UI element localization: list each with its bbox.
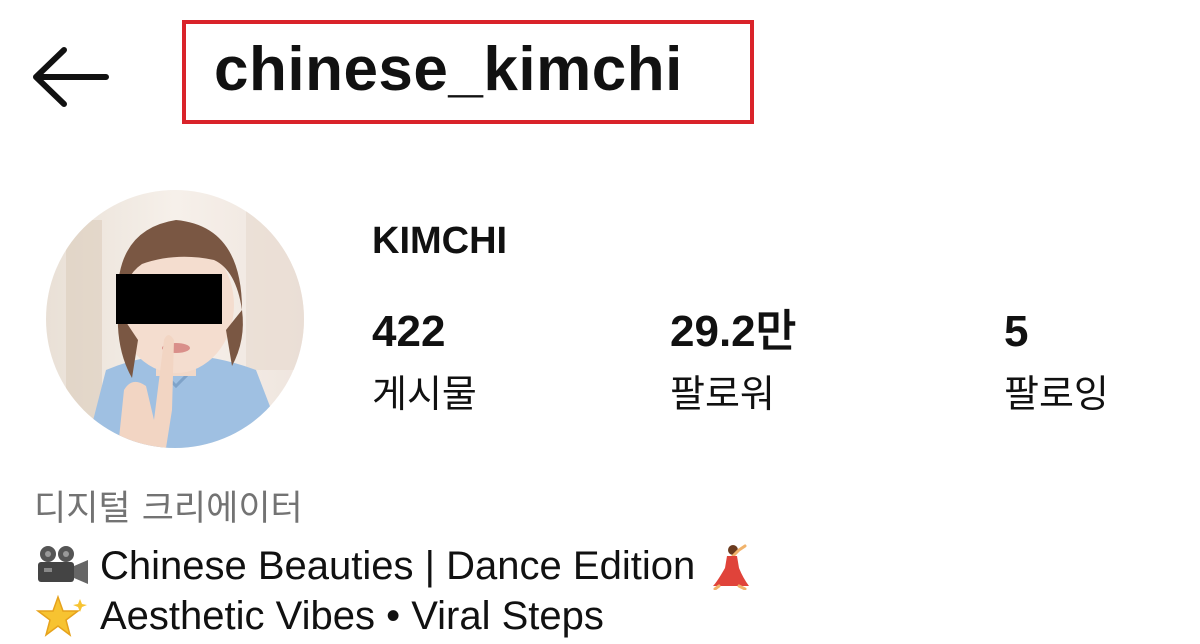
glowing-star-icon bbox=[34, 594, 90, 639]
dancing-woman-icon bbox=[709, 542, 755, 591]
followers-count: 29.2만 bbox=[670, 307, 797, 356]
following-stat[interactable]: 5 팔로잉 bbox=[1004, 306, 1109, 416]
profile-username: chinese_kimchi bbox=[214, 35, 683, 104]
bio-text: Aesthetic Vibes • Viral Steps bbox=[100, 594, 604, 638]
back-button[interactable] bbox=[30, 44, 112, 110]
profile-category: 디지털 크리에이터 bbox=[34, 489, 303, 529]
movie-camera-icon bbox=[34, 544, 90, 588]
following-label: 팔로잉 bbox=[1004, 372, 1109, 416]
bio-line: Chinese Beauties | Dance Edition bbox=[34, 542, 755, 591]
profile-photo bbox=[46, 190, 304, 448]
following-count: 5 bbox=[1004, 307, 1029, 356]
followers-stat[interactable]: 29.2만 팔로워 bbox=[670, 306, 796, 416]
bio-text: Chinese Beauties | Dance Edition bbox=[100, 543, 696, 588]
posts-count: 422 bbox=[372, 307, 446, 356]
posts-stat[interactable]: 422 게시물 bbox=[372, 306, 477, 416]
posts-label: 게시물 bbox=[372, 372, 477, 416]
display-name: KIMCHI bbox=[372, 220, 508, 262]
avatar[interactable] bbox=[46, 190, 304, 448]
followers-label: 팔로워 bbox=[670, 372, 775, 416]
bio-line: Aesthetic Vibes • Viral Steps bbox=[34, 594, 604, 639]
arrow-left-icon bbox=[33, 47, 109, 107]
